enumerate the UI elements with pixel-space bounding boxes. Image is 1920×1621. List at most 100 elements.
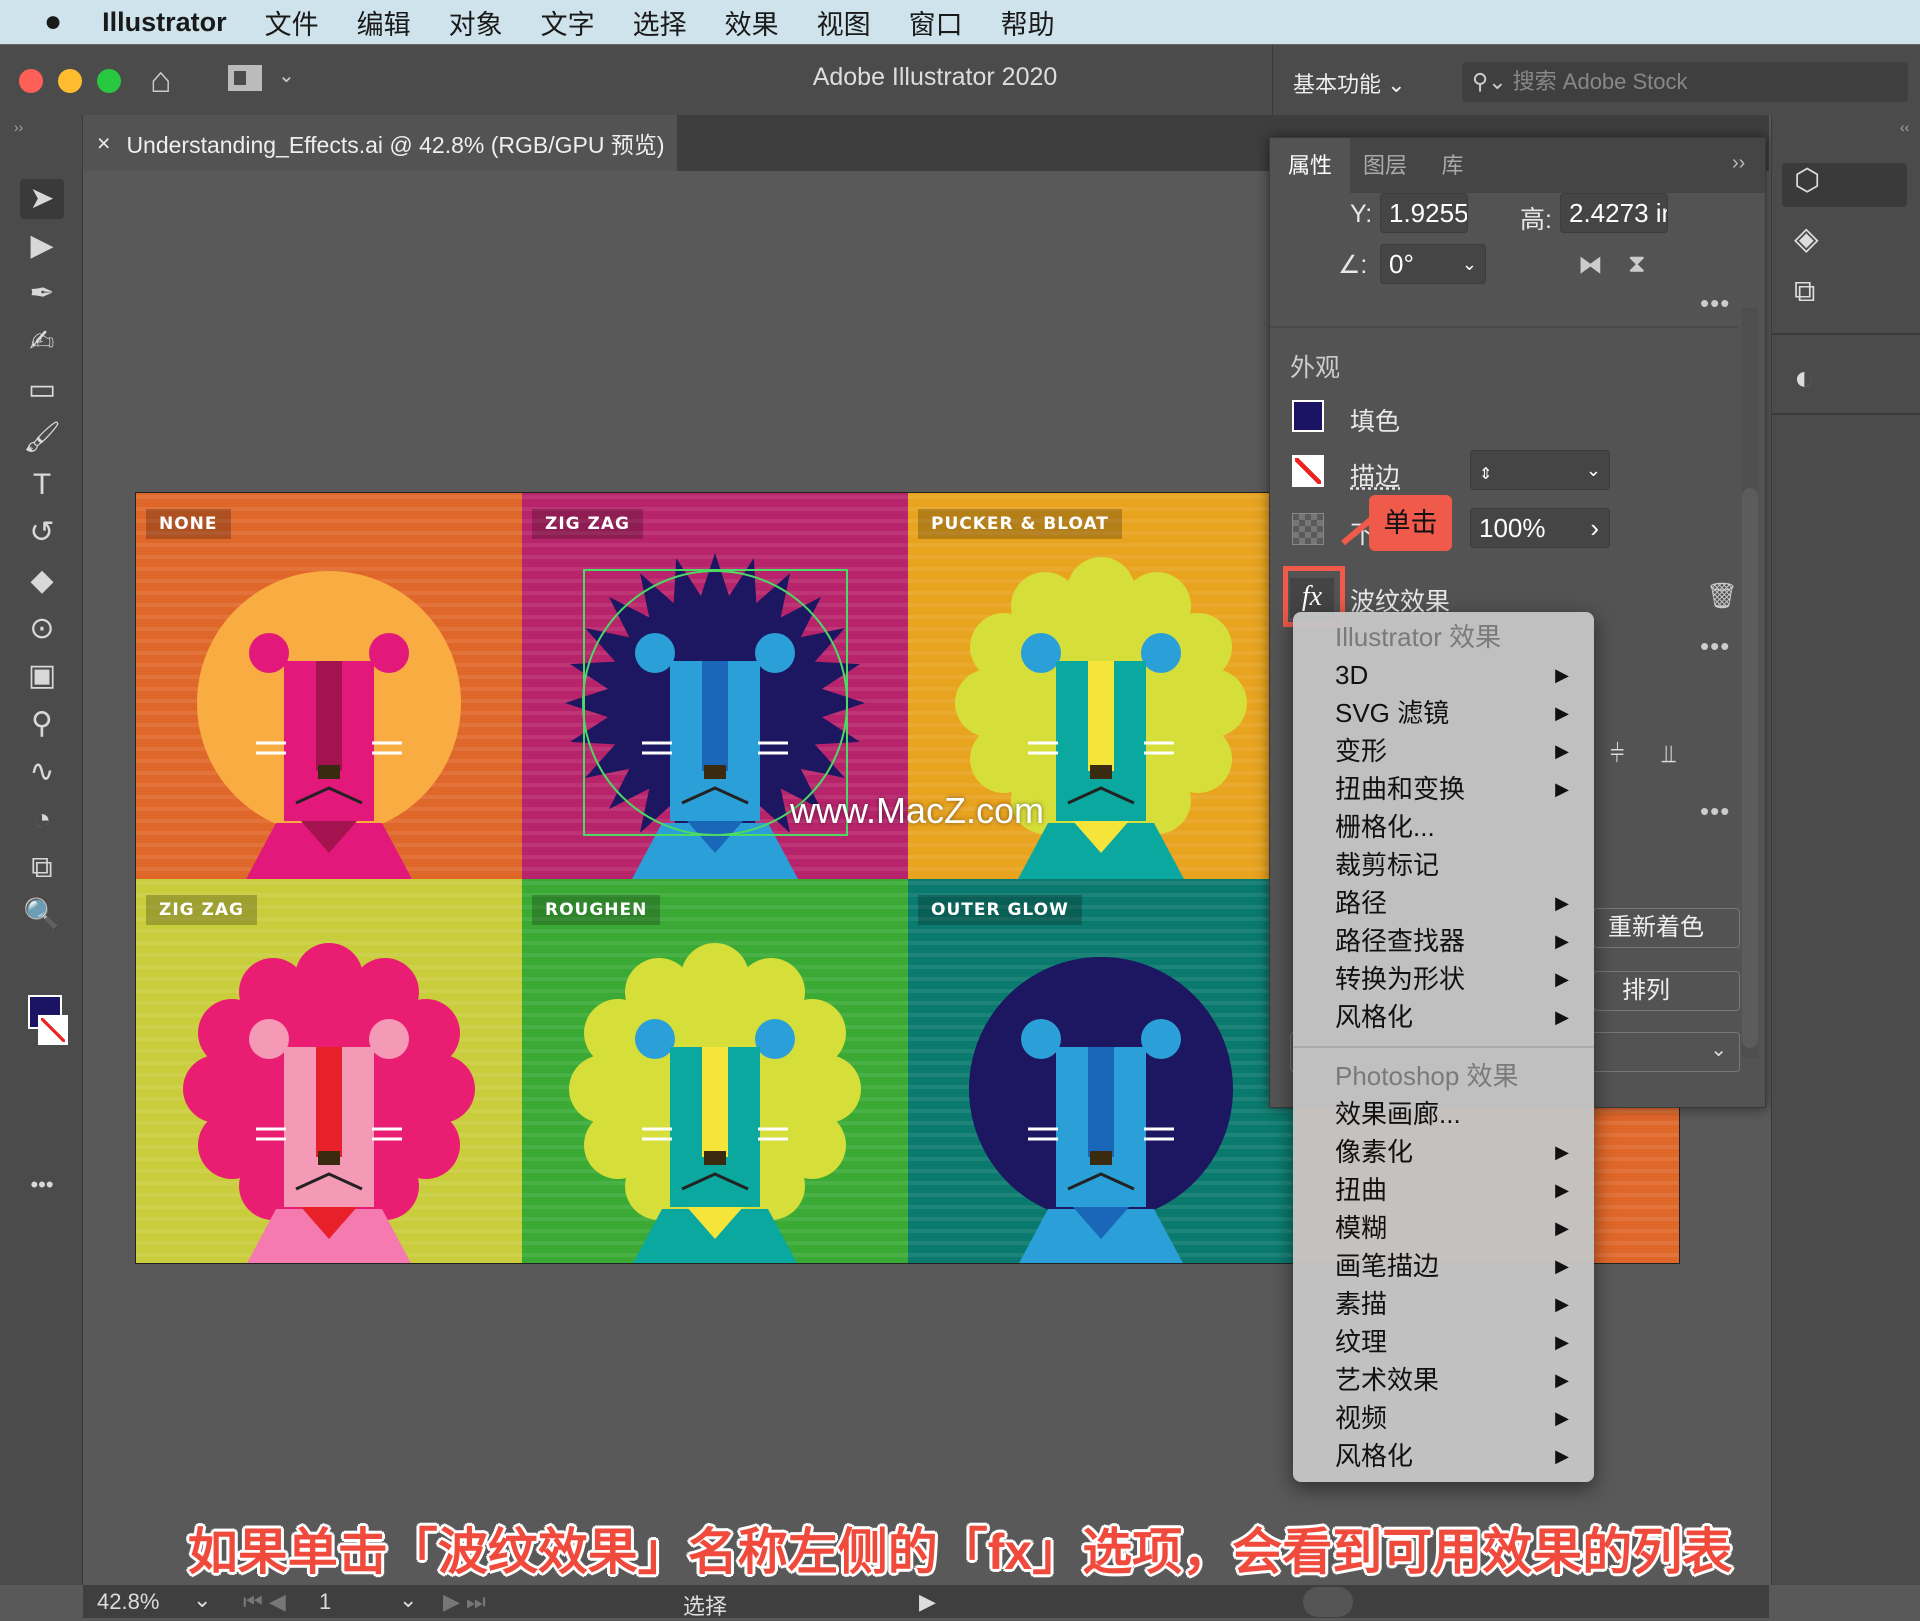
menu-item[interactable]: 裁剪标记	[1335, 846, 1575, 884]
libraries-panel-icon[interactable]: ⧉	[1794, 275, 1815, 309]
blend-tool-icon[interactable]: ∿	[20, 752, 64, 792]
menu-window[interactable]: 窗口	[909, 3, 963, 42]
menu-item[interactable]: 转换为形状 ▶	[1335, 960, 1575, 998]
workspace-switcher[interactable]: 基本功能 ⌄	[1293, 67, 1406, 99]
collapse-toolbar-icon[interactable]: ››	[14, 119, 23, 135]
menu-item[interactable]: 变形 ▶	[1335, 732, 1575, 770]
workspace-layout-icon[interactable]	[228, 65, 262, 91]
rotate-tool-icon[interactable]: ↺	[20, 513, 64, 553]
shape-builder-tool-icon[interactable]: ◔	[20, 800, 64, 840]
gradient-tool-icon[interactable]: ▣	[20, 656, 64, 696]
collapse-dock-icon[interactable]: ‹‹	[1900, 119, 1909, 135]
rotation-input[interactable]: 0° ⌄	[1380, 244, 1486, 284]
trash-icon[interactable]: 🗑	[1706, 582, 1738, 611]
chevron-down-icon[interactable]: ⌄	[1462, 245, 1477, 283]
tab-layers[interactable]: 图层	[1350, 138, 1420, 193]
home-icon[interactable]: ⌂	[150, 59, 172, 101]
direct-selection-tool-icon[interactable]: ▶	[20, 226, 64, 266]
stroke-swatch[interactable]	[1292, 455, 1324, 487]
menu-file[interactable]: 文件	[265, 3, 319, 42]
chevron-down-icon[interactable]: ⌄	[193, 1587, 211, 1613]
menu-type[interactable]: 文字	[541, 3, 595, 42]
chevron-down-icon[interactable]: ⌄	[278, 63, 295, 88]
menu-item[interactable]: 画笔描边 ▶	[1335, 1247, 1575, 1285]
chevron-down-icon[interactable]: ⌄	[399, 1587, 417, 1613]
menu-object[interactable]: 对象	[449, 3, 503, 42]
artboard-number[interactable]: 1	[319, 1589, 331, 1615]
menu-item[interactable]: 像素化 ▶	[1335, 1133, 1575, 1171]
menu-item[interactable]: 模糊 ▶	[1335, 1209, 1575, 1247]
artboard-tool-icon[interactable]: ⧉	[20, 848, 64, 888]
next-artboard-icon[interactable]: ▶ ⏭	[443, 1589, 486, 1615]
menu-view[interactable]: 视图	[817, 3, 871, 42]
menu-item[interactable]: SVG 滤镜 ▶	[1335, 694, 1575, 732]
opacity-input[interactable]: 100% ›	[1470, 508, 1610, 548]
horizontal-scrollbar-thumb[interactable]	[1303, 1587, 1353, 1617]
height-input[interactable]: 2.4273 in	[1560, 193, 1668, 233]
flip-vertical-icon[interactable]: ⧗	[1628, 250, 1646, 279]
stroke-weight-stepper[interactable]: ⇕ ⌄	[1470, 450, 1610, 490]
stroke-swatch[interactable]	[38, 1015, 68, 1045]
recolor-button[interactable]: 重新着色	[1593, 908, 1740, 948]
arrange-button[interactable]: 排列	[1593, 971, 1740, 1011]
more-options-icon[interactable]: •••	[1700, 796, 1730, 827]
scrollbar-thumb[interactable]	[1742, 488, 1758, 1048]
rectangle-tool-icon[interactable]: ▭	[20, 370, 64, 410]
stepper-arrows-icon[interactable]: ⇕	[1479, 466, 1492, 483]
menu-item[interactable]: 风格化 ▶	[1335, 998, 1575, 1036]
menu-item[interactable]: 纹理 ▶	[1335, 1323, 1575, 1361]
eraser-tool-icon[interactable]: ◆	[20, 561, 64, 601]
zoom-window-button[interactable]	[97, 69, 121, 93]
tab-libraries[interactable]: 库	[1420, 138, 1485, 193]
panel-scrollbar[interactable]	[1742, 308, 1758, 1058]
menu-help[interactable]: 帮助	[1001, 3, 1055, 42]
menu-select[interactable]: 选择	[633, 3, 687, 42]
flip-horizontal-icon[interactable]: ⧓	[1578, 250, 1603, 280]
selection-tool-icon[interactable]: ➤	[20, 179, 64, 219]
align-bottom-icon[interactable]: ⫫	[1662, 740, 1676, 769]
close-window-button[interactable]	[19, 69, 43, 93]
first-artboard-icon[interactable]: ⏮ ◀	[243, 1589, 286, 1615]
menu-item[interactable]: 路径 ▶	[1335, 884, 1575, 922]
menu-item[interactable]: 素描 ▶	[1335, 1285, 1575, 1323]
document-tab[interactable]: × Understanding_Effects.ai @ 42.8% (RGB/…	[83, 115, 677, 171]
type-tool-icon[interactable]: T	[20, 465, 64, 505]
menu-item[interactable]: 视频 ▶	[1335, 1399, 1575, 1437]
paintbrush-tool-icon[interactable]: 🖌	[20, 418, 64, 458]
artwork-cell[interactable]: ROUGHEN	[522, 879, 908, 1263]
chevron-down-icon[interactable]: ⌄	[1586, 451, 1601, 489]
stock-search-input[interactable]: ⚲⌄ 搜索 Adobe Stock	[1462, 62, 1908, 102]
status-menu-icon[interactable]: ▶	[919, 1589, 936, 1615]
menu-item[interactable]: 扭曲 ▶	[1335, 1171, 1575, 1209]
color-guide-icon[interactable]: ◐	[1794, 359, 1815, 398]
menu-edit[interactable]: 编辑	[357, 3, 411, 42]
layers-panel-icon[interactable]: ◈	[1794, 219, 1819, 257]
y-input[interactable]: 1.9255 i	[1380, 193, 1468, 233]
menu-item[interactable]: 风格化 ▶	[1335, 1437, 1575, 1475]
eyedropper-tool-icon[interactable]: ⚲	[20, 704, 64, 744]
apple-icon[interactable]: ●	[44, 5, 62, 39]
warp-tool-icon[interactable]: ⊙	[20, 609, 64, 649]
tab-properties[interactable]: 属性	[1270, 138, 1350, 193]
artwork-cell[interactable]: OUTER GLOW	[908, 879, 1294, 1263]
more-tools-icon[interactable]: •••	[20, 1165, 64, 1205]
fill-swatch[interactable]	[1292, 400, 1324, 432]
menu-item[interactable]: 路径查找器 ▶	[1335, 922, 1575, 960]
pen-tool-icon[interactable]: ✒	[20, 274, 64, 314]
menu-app[interactable]: Illustrator	[102, 7, 227, 38]
chevron-right-icon[interactable]: ›	[1590, 509, 1599, 547]
align-center-icon[interactable]: ⫩	[1610, 740, 1624, 769]
menu-item[interactable]: 扭曲和变换 ▶	[1335, 770, 1575, 808]
stroke-label[interactable]: 描边	[1350, 457, 1400, 493]
more-options-icon[interactable]: •••	[1700, 288, 1730, 319]
menu-item[interactable]: 栅格化...	[1335, 808, 1575, 846]
artwork-cell[interactable]: NONE	[136, 493, 522, 879]
close-tab-icon[interactable]: ×	[97, 130, 110, 157]
properties-panel-icon[interactable]: ⬡	[1782, 163, 1907, 207]
curvature-tool-icon[interactable]: ✍	[20, 322, 64, 362]
panel-menu-icon[interactable]: ››	[1732, 152, 1745, 175]
menu-item[interactable]: 效果画廊...	[1335, 1095, 1575, 1133]
menu-effect[interactable]: 效果	[725, 3, 779, 42]
minimize-window-button[interactable]	[58, 69, 82, 93]
menu-item[interactable]: 艺术效果 ▶	[1335, 1361, 1575, 1399]
